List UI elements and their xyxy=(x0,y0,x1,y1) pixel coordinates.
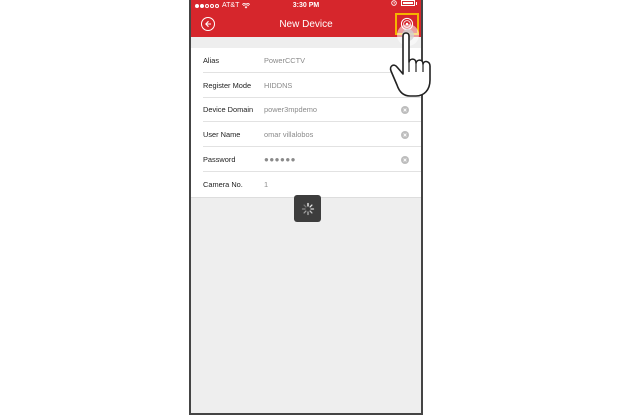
clear-password-button[interactable] xyxy=(401,155,409,164)
register-mode-field[interactable]: HIDDNS xyxy=(264,81,292,90)
status-right xyxy=(391,0,417,6)
password-label: Password xyxy=(203,155,236,165)
close-icon xyxy=(403,133,407,137)
close-icon xyxy=(403,157,407,162)
clear-user-name-button[interactable] xyxy=(401,130,409,139)
battery-tip xyxy=(416,1,417,5)
clear-domain-button[interactable] xyxy=(401,105,409,114)
device-domain-label: Device Domain xyxy=(203,105,254,115)
user-name-label: User Name xyxy=(203,130,241,140)
alias-field[interactable]: PowerCCTV xyxy=(264,56,305,65)
camera-number-label: Camera No. xyxy=(203,179,243,189)
close-icon xyxy=(403,108,407,112)
loading-spinner xyxy=(294,195,321,222)
user-name-field[interactable]: omar villalobos xyxy=(264,130,313,139)
password-field[interactable]: ●●●●●● xyxy=(264,155,296,164)
camera-number-row[interactable]: Camera No. 1 xyxy=(191,172,421,197)
status-time: 3:30 PM xyxy=(292,2,320,9)
device-domain-row[interactable]: Device Domain power3mpdemo xyxy=(191,98,421,123)
device-domain-field[interactable]: power3mpdemo xyxy=(264,105,317,114)
user-name-row[interactable]: User Name omar villalobos xyxy=(191,122,421,147)
battery-icon xyxy=(401,0,415,6)
password-row[interactable]: Password ●●●●●● xyxy=(191,147,421,172)
status-bar: AT&T 3:30 PM xyxy=(191,0,421,12)
alias-label: Alias xyxy=(203,55,220,65)
camera-number-field[interactable]: 1 xyxy=(264,180,268,189)
spinner-icon xyxy=(301,202,314,215)
register-mode-label: Register Mode xyxy=(203,80,252,90)
alarm-icon xyxy=(391,0,397,6)
tap-hand-icon xyxy=(389,24,431,97)
